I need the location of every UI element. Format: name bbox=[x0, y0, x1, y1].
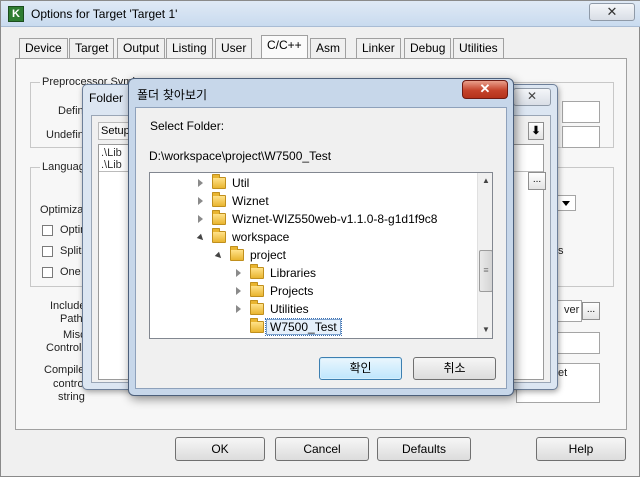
include-paths-browse-button[interactable]: ... bbox=[582, 302, 600, 320]
option-checkbox-2[interactable] bbox=[42, 246, 53, 257]
tab-target[interactable]: Target bbox=[69, 38, 115, 58]
window-title: Options for Target 'Target 1' bbox=[31, 7, 178, 21]
move-down-button[interactable]: ⬇ bbox=[528, 122, 544, 140]
folder-icon bbox=[250, 282, 264, 297]
close-button[interactable]: ✕ bbox=[589, 3, 635, 21]
tree-scrollbar[interactable]: ▲ ≡ ▼ bbox=[477, 173, 492, 338]
folder-icon bbox=[212, 192, 226, 207]
select-folder-prompt: Select Folder: bbox=[150, 119, 225, 133]
compiler-right-label: et bbox=[558, 367, 568, 379]
expand-arrow-icon[interactable] bbox=[198, 215, 203, 223]
keil-app-icon: K bbox=[8, 6, 24, 22]
undefine-field[interactable] bbox=[562, 126, 600, 148]
folder-icon bbox=[250, 318, 264, 333]
ok-button[interactable]: OK bbox=[175, 437, 265, 461]
folder-dialog-title: Folder bbox=[89, 91, 124, 105]
folder-icon bbox=[250, 300, 264, 315]
folder-icon bbox=[212, 228, 226, 243]
undefine-label: Undefin bbox=[46, 129, 84, 141]
option-label-3: One bbox=[60, 266, 81, 278]
current-path: D:\workspace\project\W7500_Test bbox=[149, 149, 332, 163]
tab-output[interactable]: Output bbox=[117, 38, 166, 58]
optimization-label: Optimizat bbox=[40, 204, 87, 216]
scroll-up-arrow-icon[interactable]: ▲ bbox=[478, 173, 492, 189]
controls-label: Controls bbox=[46, 342, 87, 354]
arrow-down-icon: ⬇ bbox=[531, 125, 541, 137]
tab-utilities[interactable]: Utilities bbox=[453, 38, 504, 58]
cancel-browse-button[interactable]: 취소 bbox=[413, 357, 496, 380]
define-label: Defin bbox=[58, 105, 84, 117]
define-field[interactable] bbox=[562, 101, 600, 123]
folder-icon bbox=[212, 174, 226, 189]
tab-device[interactable]: Device bbox=[19, 38, 68, 58]
language-group-label: Languag bbox=[40, 161, 87, 173]
include-label: Include bbox=[50, 300, 86, 312]
language-dropdown[interactable] bbox=[556, 195, 576, 211]
browse-folder-dialog: 폴더 찾아보기 ✕ Select Folder: D:\workspace\pr… bbox=[128, 78, 514, 396]
folder-browse-button[interactable]: ... bbox=[528, 172, 546, 190]
tab-linker[interactable]: Linker bbox=[356, 38, 401, 58]
folder-icon bbox=[230, 246, 244, 261]
scroll-thumb[interactable]: ≡ bbox=[479, 250, 492, 292]
tab-user[interactable]: User bbox=[215, 38, 253, 58]
browse-close-button[interactable]: ✕ bbox=[462, 80, 508, 99]
chevron-down-icon bbox=[562, 201, 570, 206]
expand-arrow-icon[interactable] bbox=[236, 305, 241, 313]
browse-dialog-body: Select Folder: D:\workspace\project\W750… bbox=[135, 107, 507, 389]
folder-icon bbox=[212, 210, 226, 225]
expand-arrow-icon[interactable] bbox=[236, 287, 241, 295]
collapse-arrow-icon[interactable] bbox=[196, 233, 206, 243]
confirm-button[interactable]: 확인 bbox=[319, 357, 402, 380]
collapse-arrow-icon[interactable] bbox=[214, 251, 224, 261]
expand-arrow-icon[interactable] bbox=[236, 269, 241, 277]
folder-icon bbox=[250, 264, 264, 279]
scroll-down-arrow-icon[interactable]: ▼ bbox=[478, 322, 492, 338]
expand-arrow-icon[interactable] bbox=[198, 179, 203, 187]
option-checkbox-1[interactable] bbox=[42, 225, 53, 236]
control-label: contro bbox=[53, 378, 84, 390]
tab-c-cpp[interactable]: C/C++ bbox=[261, 35, 308, 58]
defaults-button[interactable]: Defaults bbox=[377, 437, 471, 461]
string-label: string bbox=[58, 391, 85, 403]
include-right-label: ver bbox=[564, 304, 580, 316]
browse-dialog-title: 폴더 찾아보기 bbox=[137, 88, 208, 102]
language-right-label: s bbox=[558, 245, 564, 257]
option-checkbox-3[interactable] bbox=[42, 267, 53, 278]
option-label-2: Split bbox=[60, 245, 82, 257]
help-button[interactable]: Help bbox=[536, 437, 626, 461]
folder-tree[interactable]: Util Wiznet Wiznet-WIZ550web-v1.1.0-8-g1… bbox=[149, 172, 493, 339]
tab-asm[interactable]: Asm bbox=[310, 38, 346, 58]
expand-arrow-icon[interactable] bbox=[198, 197, 203, 205]
cancel-button[interactable]: Cancel bbox=[275, 437, 369, 461]
compile-label: Compile bbox=[44, 364, 85, 376]
list-item[interactable]: .\Lib bbox=[101, 159, 122, 171]
folder-dialog-close-button[interactable]: ✕ bbox=[513, 88, 551, 106]
tab-debug[interactable]: Debug bbox=[404, 38, 452, 58]
title-bar: K Options for Target 'Target 1' ✕ bbox=[1, 1, 640, 27]
list-item[interactable]: .\Lib bbox=[101, 147, 122, 159]
tab-listing[interactable]: Listing bbox=[166, 38, 213, 58]
